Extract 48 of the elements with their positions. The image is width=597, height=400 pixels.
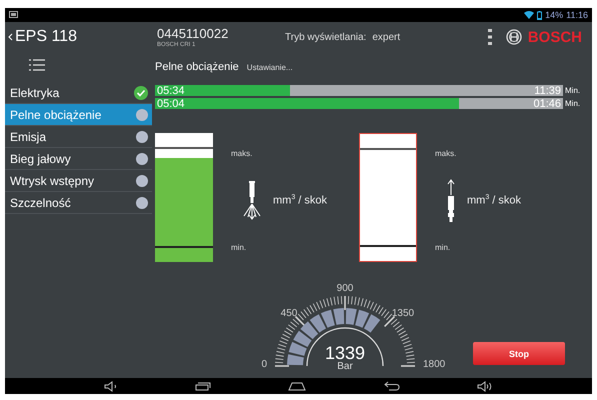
stop-button[interactable]: Stop	[473, 342, 565, 365]
scale-label: 0	[261, 359, 267, 370]
back-button[interactable]: EPS 118	[5, 28, 77, 46]
elapsed-time: 05:34	[156, 84, 186, 96]
time-unit: Min.	[565, 86, 580, 95]
armature-logo-icon	[506, 29, 522, 45]
sidebar-item[interactable]: Wtrysk wstępny	[5, 170, 152, 192]
scale-label: 900	[336, 283, 354, 294]
volume-down-icon[interactable]	[104, 380, 118, 392]
clock: 11:16	[566, 10, 588, 20]
scale-label: 450	[280, 308, 298, 319]
battery-icon	[537, 10, 542, 20]
min-label: min.	[435, 243, 452, 252]
mode-label: Tryb wyświetlania:	[285, 32, 366, 42]
volume-up-icon[interactable]	[477, 380, 494, 392]
sidebar-item[interactable]: Bieg jałowy	[5, 148, 152, 170]
battery-level: 14%	[545, 10, 564, 20]
sidebar-item[interactable]: Emisja	[5, 126, 152, 148]
sidebar-item[interactable]: Szczelność	[5, 192, 152, 214]
scale-label: 1800	[423, 359, 446, 370]
chevron-left-icon	[8, 33, 13, 41]
remaining-time: 01:46	[532, 98, 562, 110]
mode-value: expert	[372, 32, 400, 42]
elapsed-time: 05:04	[156, 98, 186, 110]
sidebar-item[interactable]: Pelne obciążenie	[5, 104, 152, 126]
menu-icon[interactable]	[29, 59, 45, 71]
part-number: 0445110022	[157, 26, 230, 41]
max-label: maks.	[435, 149, 458, 158]
pressure-value: 1339	[324, 343, 366, 363]
wifi-icon	[524, 11, 534, 19]
time-unit: Min.	[565, 99, 580, 108]
scale-label: 1350	[392, 308, 414, 319]
pressure-unit: Bar	[337, 361, 353, 372]
injector-return-icon	[445, 178, 457, 222]
unit-label: mm$^{3}$ / skok	[273, 194, 328, 207]
back-icon[interactable]	[384, 381, 400, 391]
max-label: maks.	[231, 149, 254, 158]
min-label: min.	[231, 243, 248, 252]
unit-label: mm$^{3}$ / skok	[467, 194, 522, 207]
home-icon[interactable]	[288, 381, 306, 391]
test-status: Ustawianie...	[246, 62, 293, 72]
recent-apps-icon[interactable]	[195, 381, 212, 391]
more-options-icon[interactable]	[488, 29, 492, 45]
screenshot-icon	[9, 11, 18, 19]
test-step-title: Pelne obciążenie	[155, 61, 239, 73]
remaining-time: 11:39	[533, 84, 562, 96]
brand-name: BOSCH	[528, 28, 582, 46]
injector-spray-icon	[241, 180, 263, 222]
